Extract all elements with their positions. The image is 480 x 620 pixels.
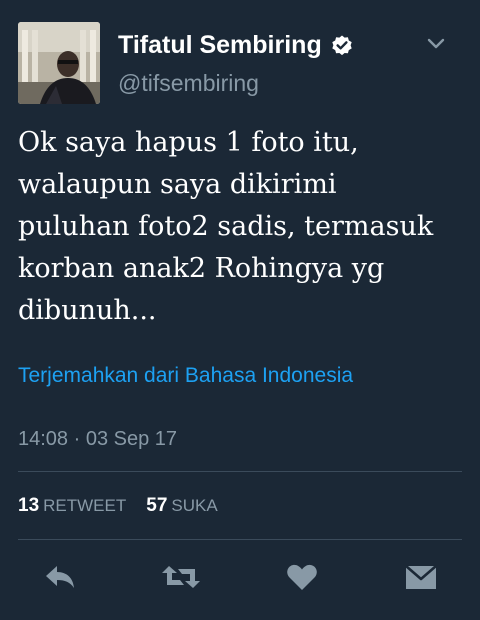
- avatar[interactable]: [18, 22, 100, 104]
- display-name-text: Tifatul Sembiring: [118, 31, 322, 59]
- tweet-text-line: puluhan foto2 sadis, termasuk: [18, 211, 434, 242]
- action-bar: [0, 560, 480, 594]
- tweet-text: Ok saya hapus 1 foto itu, walaupun saya …: [18, 122, 468, 332]
- display-name[interactable]: Tifatul Sembiring: [118, 31, 354, 60]
- like-count-value: 57: [146, 495, 168, 516]
- tweet-text-line: dibunuh...: [18, 295, 157, 326]
- like-count-label: SUKA: [171, 496, 218, 515]
- tweet-stats: 13 RETWEET 57 SUKA: [18, 495, 238, 517]
- retweet-count-label: RETWEET: [43, 496, 127, 515]
- divider: [18, 539, 462, 540]
- tweet-text-line: Ok saya hapus 1 foto itu,: [18, 127, 359, 158]
- divider: [18, 471, 462, 472]
- like-button[interactable]: [284, 560, 320, 594]
- chevron-down-icon[interactable]: [426, 36, 446, 52]
- tweet-text-line: walaupun saya dikirimi: [18, 169, 337, 200]
- retweet-count-value: 13: [18, 495, 40, 516]
- retweet-count[interactable]: 13 RETWEET: [18, 495, 126, 517]
- translate-link[interactable]: Terjemahkan dari Bahasa Indonesia: [18, 364, 353, 388]
- tweet-text-line: korban anak2 Rohingya yg: [18, 253, 385, 284]
- user-handle[interactable]: @tifsembiring: [118, 70, 259, 97]
- like-count[interactable]: 57 SUKA: [146, 495, 217, 517]
- envelope-icon: [405, 565, 437, 589]
- heart-icon: [287, 564, 317, 590]
- retweet-button[interactable]: [160, 560, 202, 594]
- reply-icon: [46, 566, 74, 588]
- retweet-icon: [162, 566, 200, 588]
- verified-badge-icon: [330, 34, 354, 58]
- reply-button[interactable]: [42, 560, 78, 594]
- tweet-timestamp: 14:08 · 03 Sep 17: [18, 428, 178, 450]
- direct-message-button[interactable]: [403, 560, 439, 594]
